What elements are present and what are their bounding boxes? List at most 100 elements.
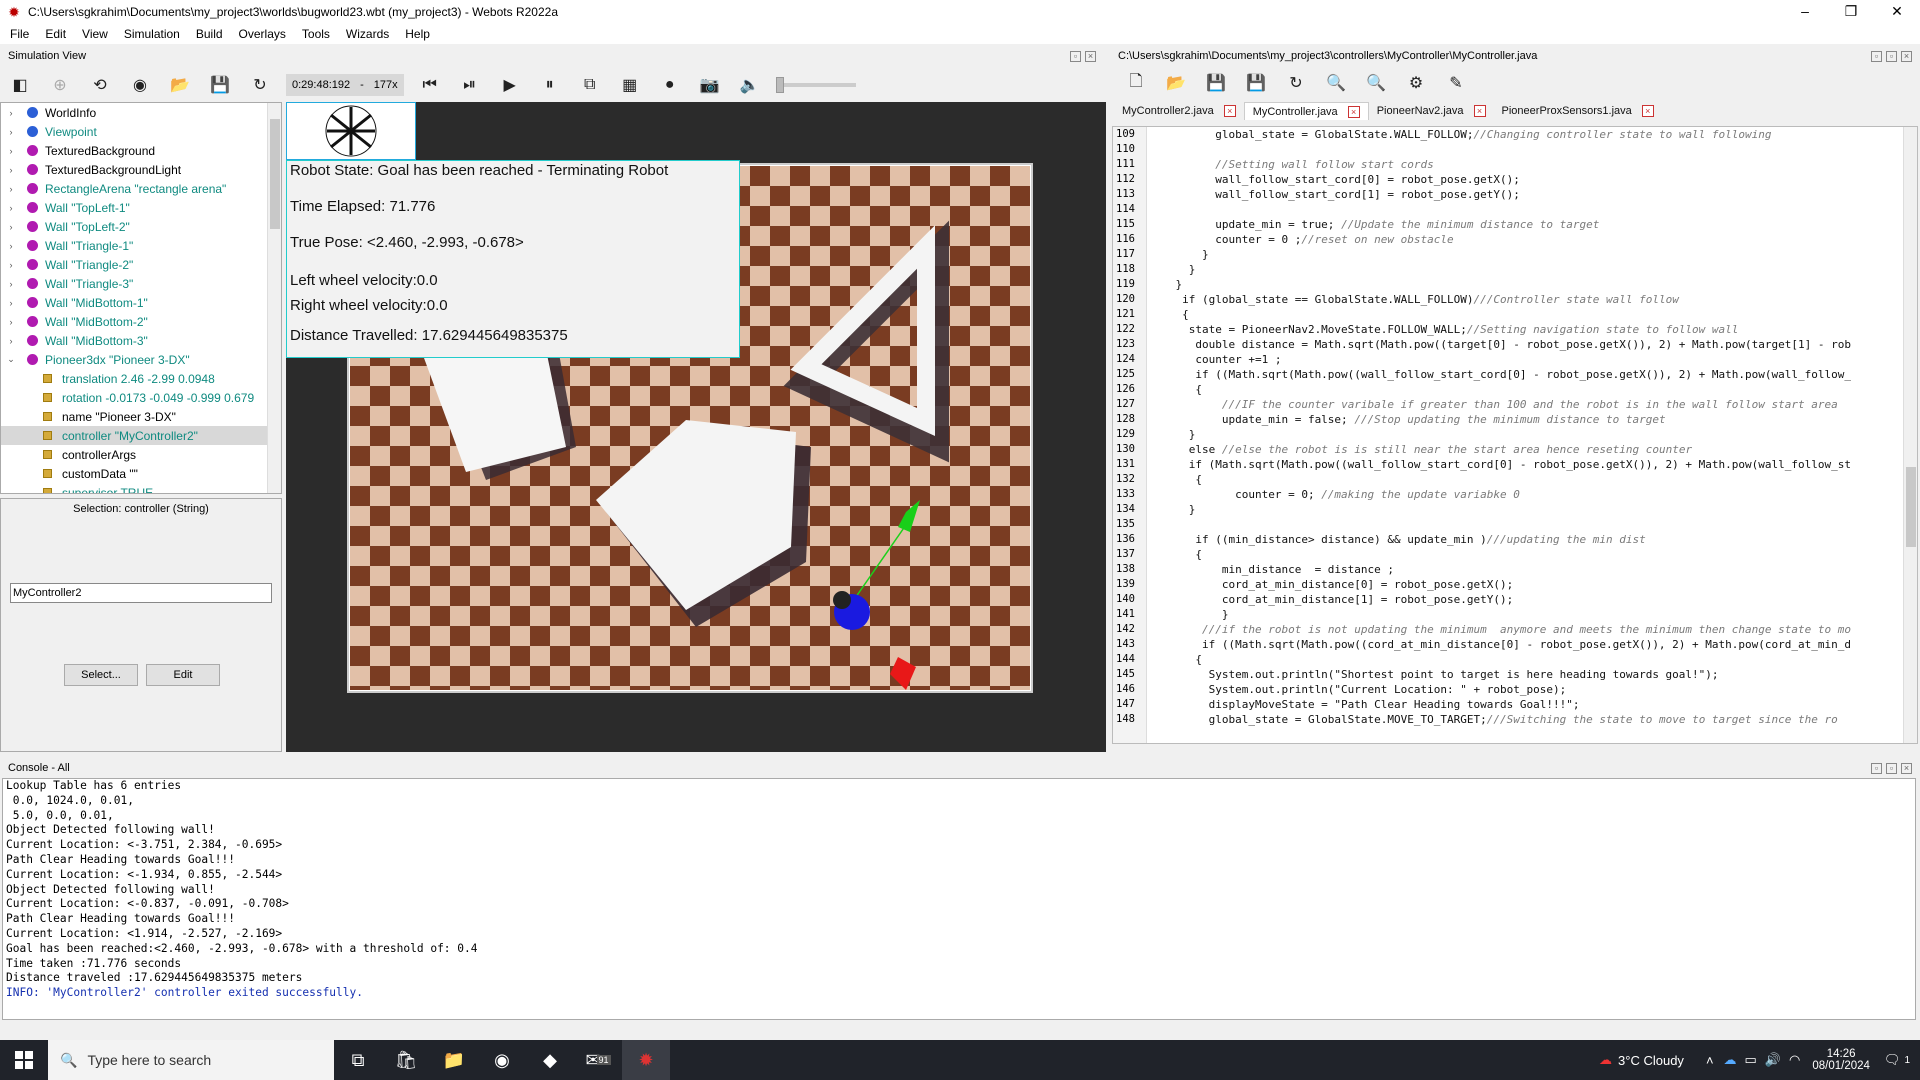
reset-viewpoint-icon[interactable]: ⟲ [87, 72, 113, 98]
reset-simulation-icon[interactable]: ⏮ [417, 72, 443, 98]
screenshot-camera-icon[interactable]: 📷 [697, 72, 723, 98]
panel-float-icon[interactable]: ▫ [1070, 50, 1081, 62]
build-gear-icon[interactable]: ⚙ [1403, 70, 1429, 96]
tab-mycontroller2[interactable]: MyController2.java × [1114, 102, 1244, 120]
scene-tree-item[interactable]: › Wall "Triangle-3" [1, 274, 281, 293]
save-world-icon[interactable]: 💾 [207, 72, 233, 98]
expand-arrow-icon[interactable]: › [5, 317, 17, 327]
robot-state-overlay[interactable]: Robot State: Goal has been reached - Ter… [286, 160, 740, 358]
task-view-icon[interactable]: ⧉ [334, 1040, 382, 1080]
chrome-icon[interactable]: ◉ [478, 1040, 526, 1080]
expand-arrow-icon[interactable]: › [5, 241, 17, 251]
edit-controller-button[interactable]: Edit [146, 664, 220, 686]
robot-camera-overlay[interactable] [286, 102, 416, 160]
menu-file[interactable]: File [2, 27, 37, 41]
reload-world-icon[interactable]: ↻ [247, 72, 273, 98]
wifi-icon[interactable]: ◠ [1789, 1052, 1800, 1068]
expand-arrow-icon[interactable]: › [5, 203, 17, 213]
movie-record-icon[interactable]: ▦ [617, 72, 643, 98]
close-tab-icon[interactable]: × [1641, 105, 1654, 117]
minimize-button[interactable]: – [1782, 0, 1828, 24]
toggle-scene-tree-icon[interactable]: ◧ [7, 72, 33, 98]
volume-icon[interactable]: 🔊 [1765, 1052, 1781, 1068]
onedrive-icon[interactable]: ☁ [1724, 1052, 1737, 1068]
code-area[interactable]: 109 110 111 112 113 114 115 116 117 118 119 120 121 1… [1112, 126, 1918, 744]
volume-slider[interactable] [775, 77, 856, 93]
menu-wizards[interactable]: Wizards [338, 27, 397, 41]
scene-tree-item[interactable]: translation 2.46 -2.99 0.0948 [1, 369, 281, 388]
maximize-button[interactable]: ❐ [1828, 0, 1874, 24]
scene-tree-item[interactable]: › TexturedBackground [1, 141, 281, 160]
scene-tree-item[interactable]: › Wall "MidBottom-1" [1, 293, 281, 312]
expand-arrow-icon[interactable]: › [5, 165, 17, 175]
expand-arrow-icon[interactable]: › [5, 108, 17, 118]
find-icon[interactable]: 🔍 [1323, 70, 1349, 96]
scene-tree-item[interactable]: controllerArgs [1, 445, 281, 464]
save-all-icon[interactable]: 💾 [1243, 70, 1269, 96]
revert-icon[interactable]: ↻ [1283, 70, 1309, 96]
close-tab-icon[interactable]: × [1473, 105, 1486, 117]
notification-icon[interactable]: 🗨 [1884, 1052, 1901, 1068]
scene-tree-item[interactable]: name "Pioneer 3-DX" [1, 407, 281, 426]
expand-arrow-icon[interactable]: › [5, 279, 17, 289]
tab-pioneernav2[interactable]: PioneerNav2.java × [1369, 102, 1494, 120]
weather-text[interactable]: 3°C Cloudy [1618, 1053, 1684, 1068]
scene-tree-item[interactable]: ⌄ Pioneer3dx "Pioneer 3-DX" [1, 350, 281, 369]
scene-tree-item[interactable]: supervisor TRUE [1, 483, 281, 493]
tab-mycontroller[interactable]: MyController.java × [1243, 102, 1369, 120]
scene-tree-item[interactable]: › TexturedBackgroundLight [1, 160, 281, 179]
scene-tree-item[interactable]: › Wall "TopLeft-1" [1, 198, 281, 217]
menu-simulation[interactable]: Simulation [116, 27, 188, 41]
editor-float-icon[interactable]: ▫ [1886, 50, 1897, 62]
visual-studio-icon[interactable]: ◆ [526, 1040, 574, 1080]
pause-icon[interactable]: ⏸ [537, 72, 563, 98]
editor-close-icon[interactable]: × [1901, 50, 1912, 62]
scene-tree-item[interactable]: › Wall "Triangle-1" [1, 236, 281, 255]
add-node-icon[interactable]: ⊕ [47, 72, 73, 98]
menu-build[interactable]: Build [188, 27, 231, 41]
tab-pioneerproxsensors1[interactable]: PioneerProxSensors1.java × [1494, 102, 1662, 120]
view-eye-icon[interactable]: ◉ [127, 72, 153, 98]
close-tab-icon[interactable]: × [1223, 105, 1236, 117]
scene-tree-item[interactable]: controller "MyController2" [1, 426, 281, 445]
menu-tools[interactable]: Tools [294, 27, 338, 41]
scene-tree-item[interactable]: › Wall "MidBottom-3" [1, 331, 281, 350]
play-icon[interactable]: ▶ [497, 72, 523, 98]
select-controller-button[interactable]: Select... [64, 664, 138, 686]
menu-view[interactable]: View [74, 27, 116, 41]
expand-arrow-icon[interactable]: › [5, 336, 17, 346]
scene-tree-item[interactable]: rotation -0.0173 -0.049 -0.999 0.679 [1, 388, 281, 407]
code-vertical-scrollbar[interactable] [1903, 127, 1917, 743]
start-windows-icon[interactable] [0, 1040, 48, 1080]
close-tab-icon[interactable]: × [1347, 105, 1360, 118]
scene-tree-item[interactable]: › Viewpoint [1, 122, 281, 141]
scene-tree-item[interactable]: › WorldInfo [1, 103, 281, 122]
clock[interactable]: 14:26 08/01/2024 [1812, 1048, 1870, 1072]
editor-min-icon[interactable]: ▫ [1871, 50, 1882, 62]
panel-close-icon[interactable]: × [1085, 50, 1096, 62]
scene-tree-item[interactable]: customData "" [1, 464, 281, 483]
open-world-icon[interactable]: 📂 [167, 72, 193, 98]
chevron-up-icon[interactable]: ˄ [1706, 1053, 1714, 1068]
console-float-icon[interactable]: ▫ [1886, 762, 1897, 774]
file-explorer-icon[interactable]: 📁 [430, 1040, 478, 1080]
menu-overlays[interactable]: Overlays [231, 27, 294, 41]
close-window-button[interactable]: ✕ [1874, 0, 1920, 24]
menu-edit[interactable]: Edit [37, 27, 74, 41]
menu-help[interactable]: Help [397, 27, 438, 41]
console-output[interactable]: Lookup Table has 6 entries 0.0, 1024.0, … [2, 778, 1916, 1020]
clean-brush-icon[interactable]: ✎ [1443, 70, 1469, 96]
scene-tree-item[interactable]: › Wall "Triangle-2" [1, 255, 281, 274]
scene-tree-item[interactable]: › Wall "TopLeft-2" [1, 217, 281, 236]
expand-arrow-icon[interactable]: › [5, 184, 17, 194]
mail-icon[interactable]: ✉ 91 [574, 1040, 622, 1080]
expand-arrow-icon[interactable]: › [5, 260, 17, 270]
expand-arrow-icon[interactable]: › [5, 127, 17, 137]
weather-icon[interactable]: ☁ [1599, 1052, 1612, 1068]
open-file-icon[interactable]: 📂 [1163, 70, 1189, 96]
expand-arrow-icon[interactable]: › [5, 146, 17, 156]
battery-icon[interactable]: ▭ [1745, 1052, 1757, 1068]
fast-forward-icon[interactable]: ⧉ [577, 72, 603, 98]
taskbar-search[interactable]: 🔍 Type here to search [48, 1040, 334, 1080]
mute-sound-icon[interactable]: 🔈 [737, 72, 763, 98]
